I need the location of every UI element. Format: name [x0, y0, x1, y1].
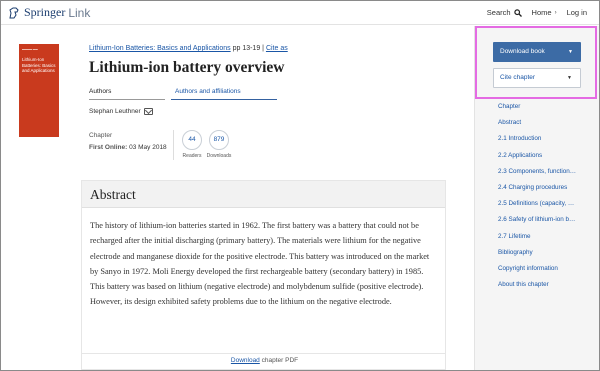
abstract-text: The history of lithium-ion batteries sta… — [82, 208, 445, 310]
downloads-count: 879 — [209, 130, 229, 150]
metrics-divider — [173, 130, 174, 160]
search-label: Search — [486, 8, 511, 17]
first-online-date: 03 May 2018 — [127, 144, 167, 151]
tab-link-underline — [171, 99, 277, 100]
book-cover[interactable]: ▬▬▬▬ ▬▬ Lithium-Ion Batteries: Basics an… — [19, 44, 59, 137]
toc-about-chapter[interactable]: About this chapter — [498, 280, 576, 296]
toc-abstract[interactable]: Abstract — [498, 118, 576, 134]
readers-metric[interactable]: 44 Readers — [179, 130, 205, 159]
toc-charging-procedures[interactable]: 2.4 Charging procedures — [498, 183, 576, 199]
abstract-heading: Abstract — [82, 181, 445, 208]
author-entry: Stephan Leuthner — [89, 108, 153, 115]
toc-chapter[interactable]: Chapter — [498, 102, 576, 118]
login-label: Log in — [566, 8, 587, 17]
toc-lifetime[interactable]: 2.7 Lifetime — [498, 232, 576, 248]
page-title: Lithium-ion battery overview — [89, 59, 285, 76]
caret-down-icon: ▼ — [568, 49, 573, 55]
cite-chapter-button[interactable]: Cite chapter ▼ — [493, 68, 581, 88]
tab-active-underline — [89, 99, 165, 100]
toc-copyright[interactable]: Copyright information — [498, 264, 576, 280]
home-label: Home — [531, 8, 552, 17]
author-tabs: Authors Authors and affiliations — [89, 88, 277, 102]
download-link[interactable]: Download — [231, 357, 260, 364]
caret-down-icon: ▼ — [567, 75, 572, 81]
login-link[interactable]: Log in — [567, 8, 587, 17]
springer-link-logo[interactable]: Springer Link — [7, 5, 90, 20]
author-name: Stephan Leuthner — [89, 108, 141, 115]
logo-springer-text: Springer — [24, 5, 66, 19]
downloads-metric[interactable]: 879 Downloads — [206, 130, 232, 159]
first-online: First Online: 03 May 2018 — [89, 144, 167, 151]
main-content: ▬▬▬▬ ▬▬ Lithium-Ion Batteries: Basics an… — [1, 26, 473, 370]
springer-horse-icon — [9, 7, 19, 18]
cite-chapter-label: Cite chapter — [500, 74, 536, 81]
chapter-type: Chapter — [89, 132, 113, 139]
toc-definitions[interactable]: 2.5 Definitions (capacity, … — [498, 199, 576, 215]
cite-as-link[interactable]: Cite as — [266, 45, 288, 52]
toc-applications[interactable]: 2.2 Applications — [498, 151, 576, 167]
abstract-paragraph: The history of lithium-ion batteries sta… — [90, 221, 430, 307]
email-icon[interactable] — [143, 108, 153, 115]
download-book-label: Download book — [500, 48, 545, 55]
cover-title: Lithium-Ion Batteries: Basics and Applic… — [22, 57, 56, 73]
toc-bibliography[interactable]: Bibliography — [498, 248, 576, 264]
first-online-label: First Online: — [89, 144, 128, 151]
download-suffix: chapter PDF — [259, 357, 299, 364]
download-book-button[interactable]: Download book ▼ — [493, 42, 581, 62]
tab-authors[interactable]: Authors — [89, 88, 111, 95]
header-nav: Search Home › Log in — [487, 8, 587, 17]
download-chapter-pdf: Download chapter PDF — [82, 357, 447, 364]
toc-components[interactable]: 2.3 Components, function… — [498, 167, 576, 183]
table-of-contents: Chapter Abstract 2.1 Introduction 2.2 Ap… — [498, 102, 576, 296]
abstract-section: Abstract The history of lithium-ion batt… — [81, 180, 446, 370]
search-link[interactable]: Search — [487, 8, 522, 17]
site-header: Springer Link Search Home › Log in — [1, 1, 599, 25]
toc-introduction[interactable]: 2.1 Introduction — [498, 134, 576, 150]
book-title-link[interactable]: Lithium-Ion Batteries: Basics and Applic… — [89, 45, 231, 52]
home-link[interactable]: Home › — [532, 8, 557, 17]
cover-top-band: ▬▬▬▬ ▬▬ — [22, 48, 38, 51]
tab-authors-and-affiliations[interactable]: Authors and affiliations — [175, 88, 241, 95]
search-icon — [513, 8, 522, 17]
book-reference: Lithium-Ion Batteries: Basics and Applic… — [89, 45, 288, 52]
downloads-label: Downloads — [206, 153, 232, 159]
book-pages: pp 13-19 | — [230, 45, 266, 52]
readers-count: 44 — [182, 130, 202, 150]
logo-link-text: Link — [68, 5, 91, 20]
chevron-right-icon: › — [554, 9, 557, 16]
toc-safety[interactable]: 2.6 Safety of lithium-ion b… — [498, 215, 576, 231]
readers-label: Readers — [182, 153, 202, 159]
highlight-box — [475, 26, 597, 99]
download-divider — [82, 353, 445, 354]
